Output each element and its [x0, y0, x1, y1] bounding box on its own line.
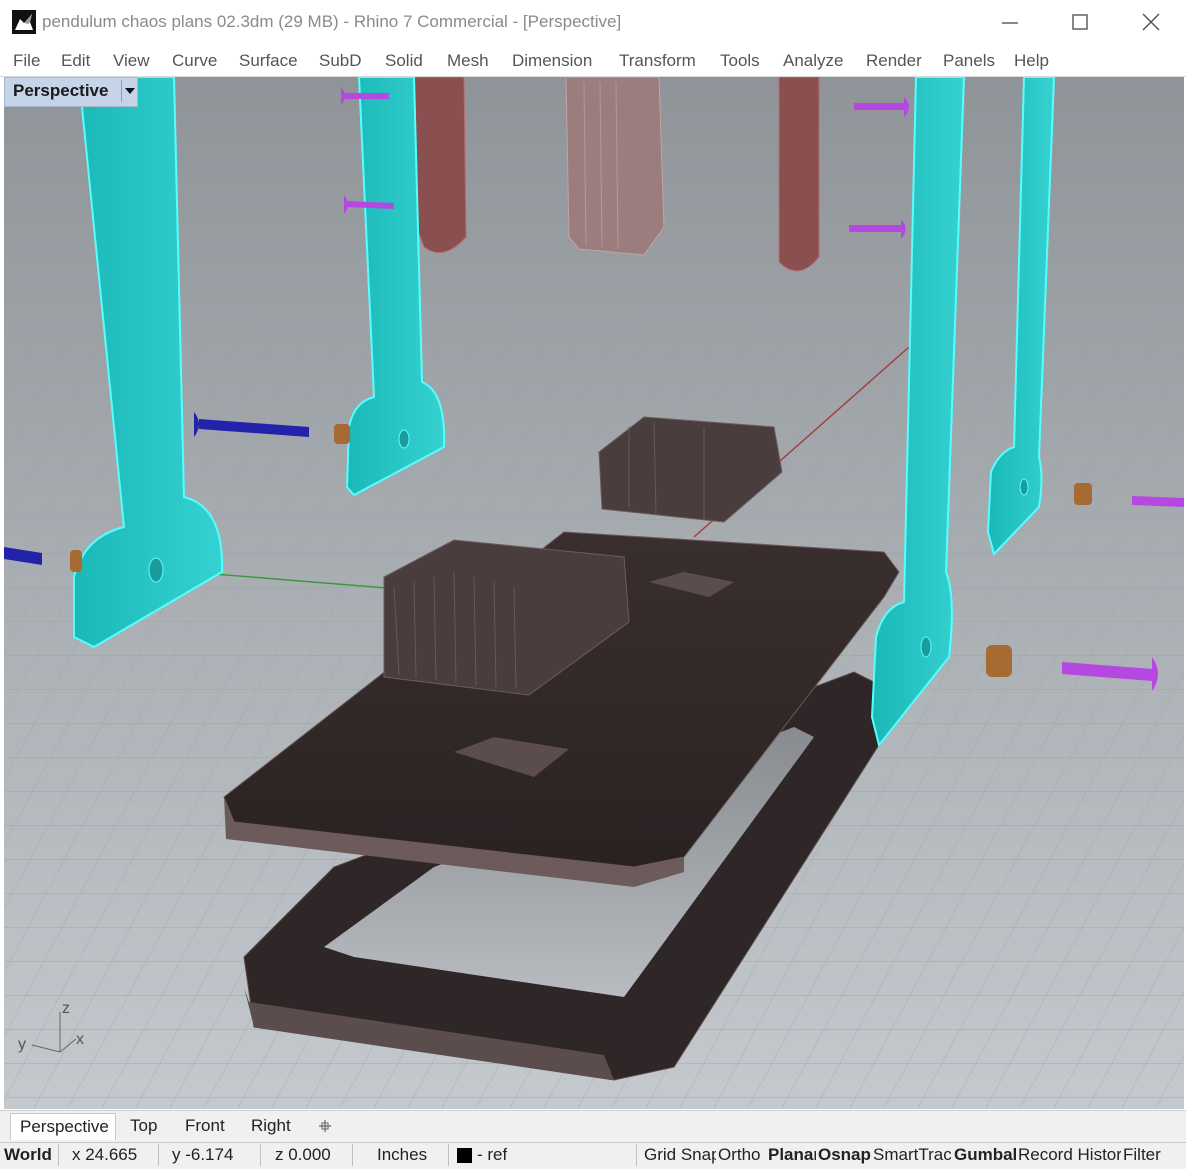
- chevron-down-icon: [125, 88, 135, 94]
- pendulum-center-block[interactable]: [565, 77, 665, 256]
- tab-top[interactable]: Top: [130, 1113, 157, 1139]
- close-button[interactable]: [1128, 8, 1174, 38]
- menu-subd[interactable]: SubD: [319, 51, 362, 71]
- viewport-scene: z y x: [4, 77, 1184, 1109]
- rhino-app-icon[interactable]: [12, 10, 36, 34]
- status-x-coordinate: x 24.665: [72, 1145, 138, 1164]
- status-separator: [352, 1144, 353, 1166]
- menu-render[interactable]: Render: [866, 51, 922, 71]
- menu-panels[interactable]: Panels: [943, 51, 995, 71]
- status-cplane[interactable]: World: [4, 1145, 52, 1165]
- axis-label-z: z: [62, 1000, 70, 1017]
- minimize-icon: [1002, 22, 1018, 24]
- status-y-coordinate: y -6.174: [172, 1145, 234, 1164]
- add-viewport-tab-button[interactable]: [316, 1113, 334, 1139]
- title-bar: pendulum chaos plans 02.3dm (29 MB) - Rh…: [0, 0, 1186, 45]
- status-separator: [448, 1144, 449, 1166]
- status-units[interactable]: Inches: [377, 1145, 427, 1165]
- menu-edit[interactable]: Edit: [61, 51, 90, 71]
- perspective-viewport[interactable]: z y x: [4, 77, 1184, 1109]
- status-separator: [58, 1144, 59, 1166]
- tab-right[interactable]: Right: [251, 1113, 291, 1139]
- pendulum-arm-right[interactable]: [778, 77, 820, 272]
- viewport-title-label: Perspective: [13, 81, 109, 100]
- menu-curve[interactable]: Curve: [172, 51, 217, 71]
- close-icon: [1142, 13, 1160, 31]
- maximize-button[interactable]: [1056, 8, 1102, 38]
- tab-right-label: Right: [251, 1116, 291, 1135]
- status-separator: [636, 1144, 637, 1166]
- tab-top-label: Top: [130, 1116, 158, 1135]
- axis-label-x: x: [76, 1031, 84, 1048]
- add-viewport-tab-icon: [319, 1120, 331, 1132]
- tab-front-label: Front: [185, 1116, 225, 1135]
- menu-solid[interactable]: Solid: [385, 51, 423, 71]
- menu-bar: File Edit View Curve Surface SubD Solid …: [0, 44, 1186, 77]
- menu-tools[interactable]: Tools: [720, 51, 760, 71]
- status-layer[interactable]: - ref: [477, 1145, 507, 1165]
- menu-analyze[interactable]: Analyze: [783, 51, 843, 71]
- tab-perspective-label: Perspective: [20, 1117, 109, 1136]
- toggle-gumball[interactable]: Gumball: [954, 1145, 1016, 1165]
- toggle-planar[interactable]: Planar: [768, 1145, 816, 1165]
- tab-perspective[interactable]: Perspective: [10, 1113, 116, 1140]
- menu-view[interactable]: View: [113, 51, 150, 71]
- tab-front[interactable]: Front: [185, 1113, 225, 1139]
- viewport-tab-bar: [0, 1110, 1186, 1143]
- viewport-menu-button[interactable]: [121, 80, 138, 102]
- menu-transform[interactable]: Transform: [619, 51, 696, 71]
- axis-label-y: y: [18, 1036, 26, 1053]
- menu-file[interactable]: File: [13, 51, 40, 71]
- toggle-record-history[interactable]: Record History: [1018, 1145, 1121, 1165]
- layer-color-swatch[interactable]: [457, 1148, 472, 1163]
- status-z-coordinate: z 0.000: [275, 1145, 331, 1164]
- toggle-osnap[interactable]: Osnap: [818, 1145, 872, 1165]
- menu-surface[interactable]: Surface: [239, 51, 298, 71]
- maximize-icon: [1072, 14, 1088, 30]
- toggle-filter[interactable]: Filter: [1123, 1145, 1167, 1165]
- toggle-ortho[interactable]: Ortho: [718, 1145, 766, 1165]
- status-separator: [158, 1144, 159, 1166]
- toggle-smarttrack[interactable]: SmartTrack: [873, 1145, 951, 1165]
- toggle-grid-snap[interactable]: Grid Snap: [644, 1145, 716, 1165]
- status-separator: [260, 1144, 261, 1166]
- menu-help[interactable]: Help: [1014, 51, 1049, 71]
- viewport-title[interactable]: Perspective: [4, 77, 138, 107]
- window-title: pendulum chaos plans 02.3dm (29 MB) - Rh…: [42, 12, 622, 31]
- menu-mesh[interactable]: Mesh: [447, 51, 489, 71]
- menu-dimension[interactable]: Dimension: [512, 51, 592, 71]
- minimize-button[interactable]: [986, 8, 1032, 38]
